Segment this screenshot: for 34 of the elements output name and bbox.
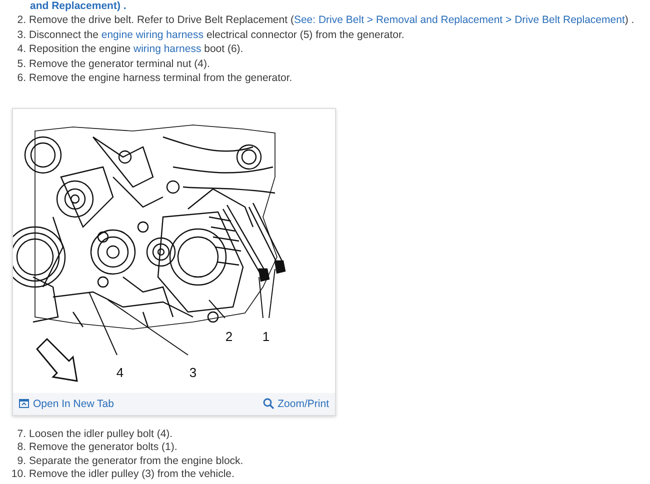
step-text: Disconnect the engine wiring harness electrical connector (5) from the generator. <box>29 28 404 42</box>
callout-number: 3 <box>189 364 197 380</box>
step-text: Remove the idler pulley (3) from the vehicle. <box>29 468 234 482</box>
reference-link[interactable]: See: Drive Belt > Removal and Replacement > Drive Belt Replacement <box>294 14 625 26</box>
step-number: 7. <box>16 428 27 441</box>
step-text: Remove the generator bolts (1). <box>29 441 178 454</box>
step-number: 3. <box>16 28 27 42</box>
step-number: 8. <box>16 441 27 454</box>
step-number: 10. <box>10 468 27 482</box>
reference-link[interactable]: wiring harness <box>134 43 202 55</box>
step-text: Remove the drive belt. Refer to Drive Belt Replacement (See: Drive Belt > Removal and Replacement > Drive Belt Replacement) . <box>29 13 634 28</box>
callout-number: 2 <box>225 328 233 344</box>
step-text: Loosen the idler pulley bolt (4). <box>29 428 173 441</box>
step-number: 2. <box>16 13 27 28</box>
step-number: 4. <box>16 42 27 56</box>
leader-line <box>268 268 276 318</box>
search-icon <box>262 398 274 409</box>
step-number: 5. <box>16 56 27 71</box>
open-in-new-tab-link[interactable]: Open In New Tab <box>19 398 114 410</box>
leader-line <box>258 276 264 318</box>
zoom-print-link[interactable]: Zoom/Print <box>262 398 329 410</box>
direction-arrow-icon <box>36 338 78 382</box>
callout-number: 1 <box>262 328 270 344</box>
step-number: 9. <box>16 454 27 468</box>
reference-link[interactable]: engine wiring harness <box>101 28 204 40</box>
step-number: 6. <box>16 71 27 86</box>
callout-number: 4 <box>116 364 124 380</box>
step-text: Reposition the engine wiring harness boot (6). <box>29 42 244 56</box>
step-text: and Replacement) . <box>30 0 128 12</box>
step-text: Remove the engine harness terminal from the generator. <box>29 71 292 86</box>
step-text: Remove the generator terminal nut (4). <box>29 56 210 71</box>
new-tab-icon <box>19 399 29 408</box>
step-text: Separate the generator from the engine block. <box>29 454 244 468</box>
leader-line <box>208 299 226 318</box>
